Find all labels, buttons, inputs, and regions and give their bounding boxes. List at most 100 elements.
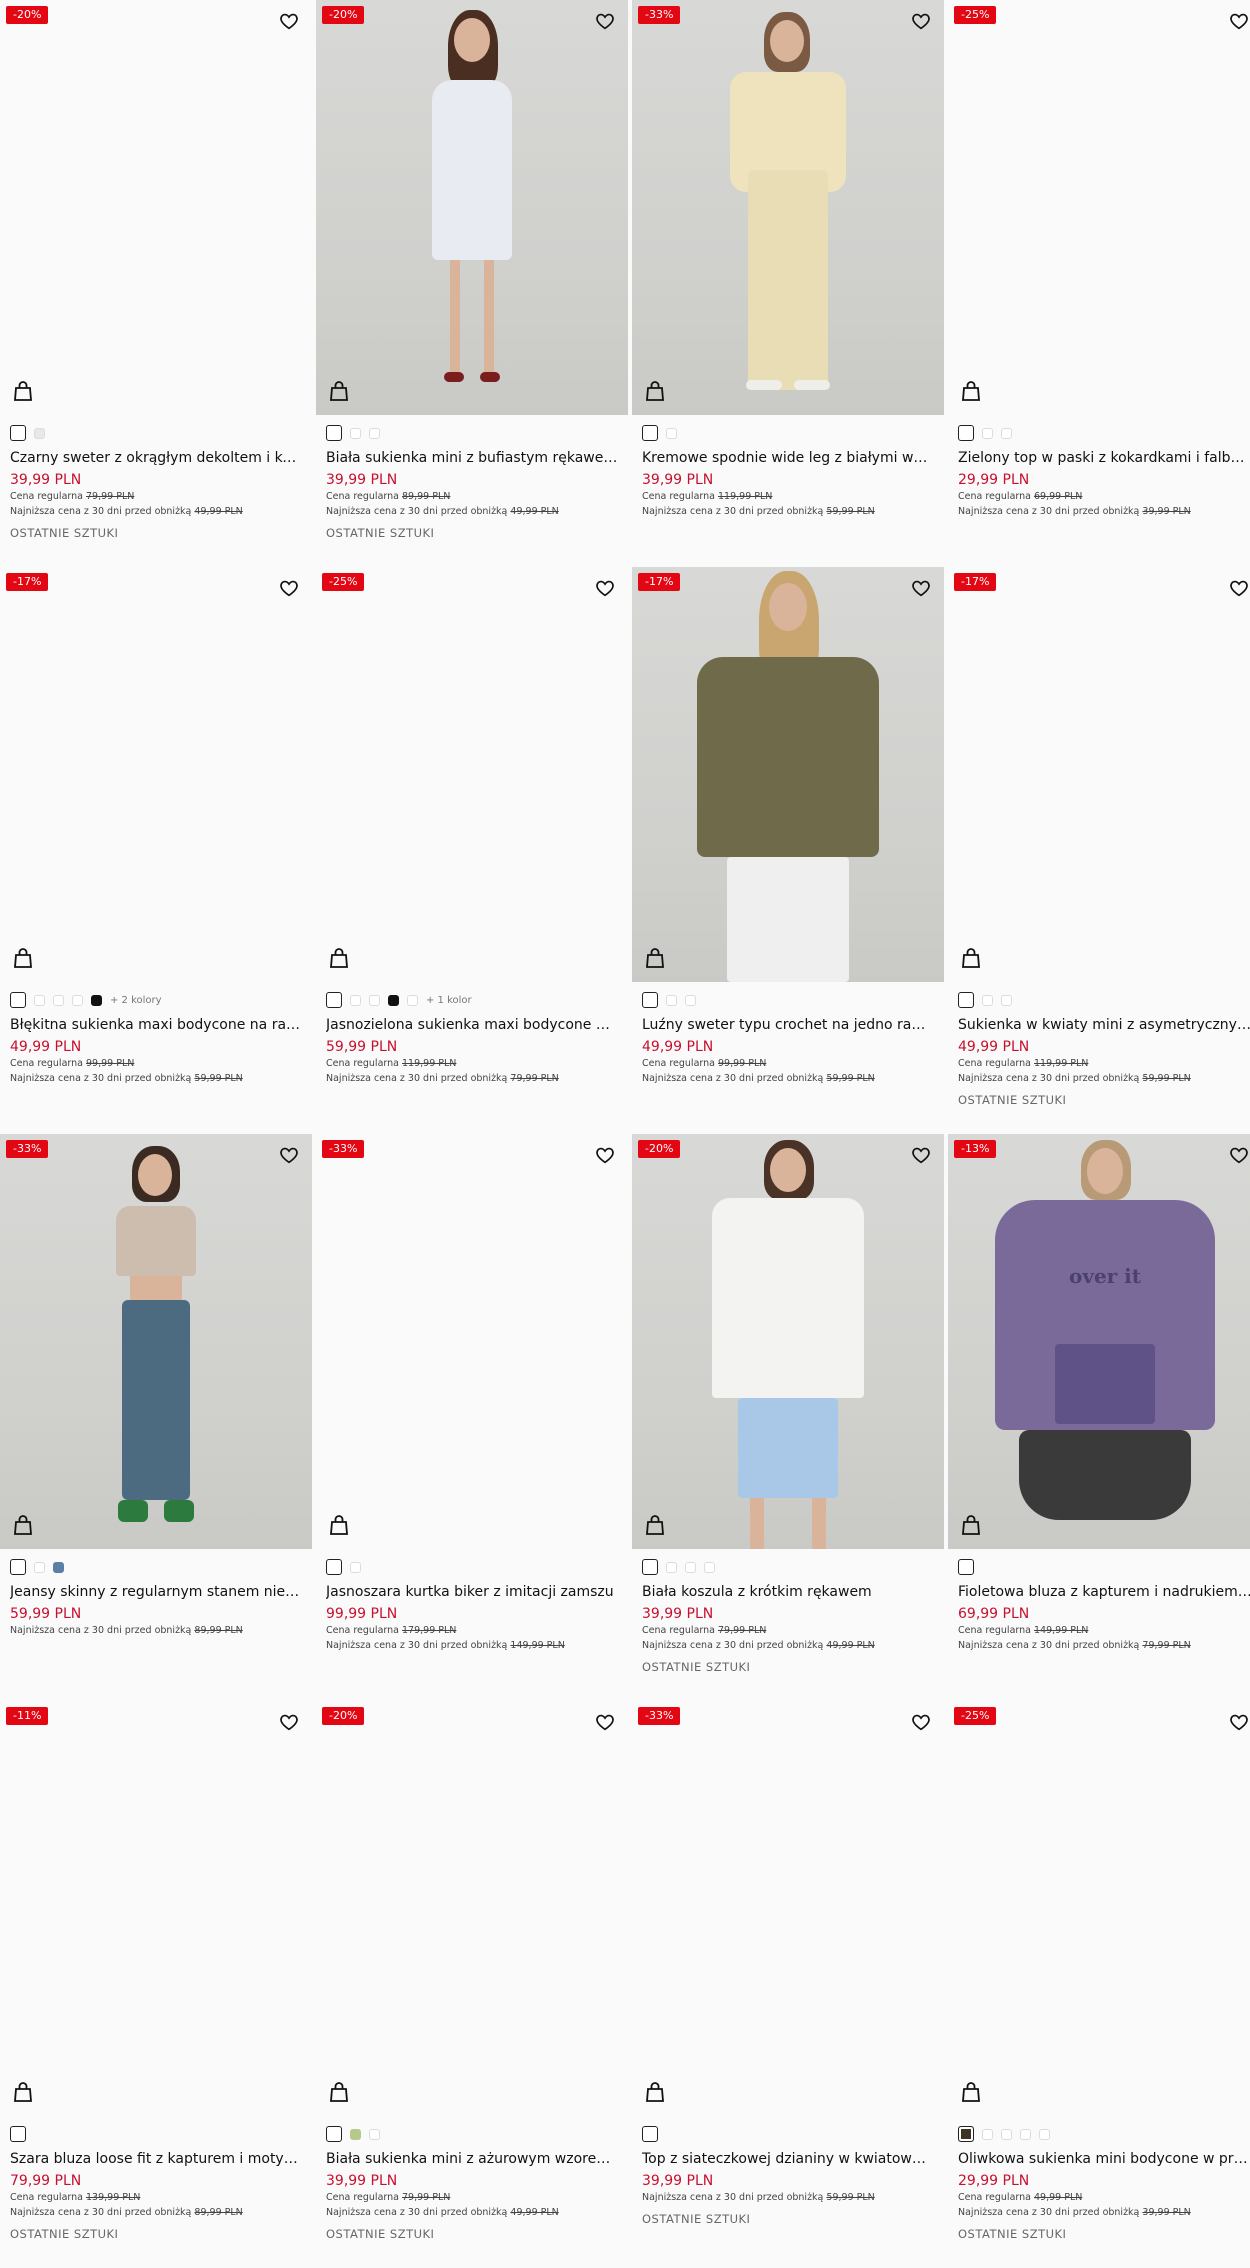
product-card[interactable]: -25% + 1 kolor Jasnozielona sukienka max… (316, 567, 628, 1134)
bag-icon[interactable] (960, 2080, 982, 2104)
product-image[interactable]: -33% (316, 1134, 628, 1549)
product-image[interactable]: -17% (0, 567, 312, 982)
product-card[interactable]: -20% Biała sukienka mini z ażurowym wzor… (316, 1701, 628, 2268)
product-card[interactable]: -25% Zielony top w paski z kokardkami i … (948, 0, 1250, 567)
product-image[interactable]: -11% (0, 1701, 312, 2116)
color-swatch[interactable] (666, 994, 677, 1006)
heart-icon[interactable] (594, 577, 616, 599)
color-swatch[interactable] (72, 994, 83, 1006)
heart-icon[interactable] (278, 10, 300, 32)
product-name[interactable]: Top z siateczkowej dzianiny w kwiatowy w… (642, 2150, 934, 2168)
product-name[interactable]: Sukienka w kwiaty mini z asymetrycznym d… (958, 1016, 1250, 1034)
product-image[interactable]: -25% (948, 0, 1250, 415)
bag-icon[interactable] (960, 1513, 982, 1537)
product-name[interactable]: Jasnozielona sukienka maxi bodycone na r… (326, 1016, 618, 1034)
color-swatch[interactable] (350, 1561, 361, 1573)
product-card[interactable]: -25% Oliwkowa sukienka mini bodycone w p… (948, 1701, 1250, 2268)
product-image[interactable]: -33% (0, 1134, 312, 1549)
color-swatch[interactable] (1001, 994, 1012, 1006)
product-name[interactable]: Biała koszula z krótkim rękawem (642, 1583, 934, 1601)
heart-icon[interactable] (594, 10, 616, 32)
bag-icon[interactable] (644, 379, 666, 403)
product-name[interactable]: Biała sukienka mini z bufiastym rękawem … (326, 449, 618, 467)
product-image[interactable]: -33% (632, 0, 944, 415)
color-swatch[interactable] (10, 425, 26, 441)
color-swatch[interactable] (326, 992, 342, 1008)
color-swatch[interactable] (666, 427, 677, 439)
product-name[interactable]: Jasnoszara kurtka biker z imitacji zamsz… (326, 1583, 618, 1601)
product-card[interactable]: -20% Biała koszula z krótkim rękawem 39,… (632, 1134, 944, 1701)
color-swatch[interactable] (326, 425, 342, 441)
product-image[interactable]: -25% (316, 567, 628, 982)
color-swatch[interactable] (642, 1559, 658, 1575)
product-name[interactable]: Czarny sweter z okrągłym dekoltem i koka… (10, 449, 302, 467)
color-swatch[interactable] (958, 992, 974, 1008)
bag-icon[interactable] (12, 379, 34, 403)
heart-icon[interactable] (278, 1144, 300, 1166)
color-swatch[interactable] (34, 427, 45, 439)
product-image[interactable]: -17% (948, 567, 1250, 982)
heart-icon[interactable] (278, 577, 300, 599)
color-swatch[interactable] (642, 992, 658, 1008)
color-swatch[interactable] (958, 1559, 974, 1575)
product-name[interactable]: Oliwkowa sukienka mini bodycone w prążki (958, 2150, 1250, 2168)
bag-icon[interactable] (328, 2080, 350, 2104)
color-swatch[interactable] (326, 1559, 342, 1575)
product-image[interactable]: -20% (632, 1134, 944, 1549)
bag-icon[interactable] (328, 1513, 350, 1537)
color-swatch[interactable] (982, 427, 993, 439)
color-swatch[interactable] (10, 1559, 26, 1575)
color-swatch[interactable] (685, 994, 696, 1006)
color-swatch[interactable] (350, 2128, 361, 2140)
product-name[interactable]: Kremowe spodnie wide leg z białymi wstaw… (642, 449, 934, 467)
color-swatch[interactable] (369, 994, 380, 1006)
more-colors[interactable]: + 2 kolory (110, 995, 162, 1006)
color-swatch[interactable] (10, 2126, 26, 2142)
color-swatch[interactable] (91, 994, 102, 1006)
product-image[interactable]: -25% (948, 1701, 1250, 2116)
heart-icon[interactable] (1228, 10, 1250, 32)
product-name[interactable]: Fioletowa bluza z kapturem i nadrukiem O… (958, 1583, 1250, 1601)
color-swatch[interactable] (350, 994, 361, 1006)
product-card[interactable]: -17% + 2 kolory Błękitna sukienka maxi b… (0, 567, 312, 1134)
heart-icon[interactable] (910, 1711, 932, 1733)
product-image[interactable]: -17% (632, 567, 944, 982)
heart-icon[interactable] (594, 1144, 616, 1166)
heart-icon[interactable] (910, 1144, 932, 1166)
product-card[interactable]: -20% Biała sukienka mini z bufiastym ręk… (316, 0, 628, 567)
color-swatch[interactable] (1020, 2128, 1031, 2140)
color-swatch[interactable] (53, 994, 64, 1006)
color-swatch[interactable] (666, 1561, 677, 1573)
heart-icon[interactable] (1228, 1711, 1250, 1733)
color-swatch[interactable] (388, 994, 399, 1006)
color-swatch[interactable] (350, 427, 361, 439)
bag-icon[interactable] (12, 1513, 34, 1537)
bag-icon[interactable] (960, 379, 982, 403)
more-colors[interactable]: + 1 kolor (426, 995, 472, 1006)
product-card[interactable]: -33% Top z siateczkowej dzianiny w kwiat… (632, 1701, 944, 2268)
color-swatch[interactable] (326, 2126, 342, 2142)
product-image[interactable]: -33% (632, 1701, 944, 2116)
color-swatch[interactable] (1001, 427, 1012, 439)
color-swatch[interactable] (10, 992, 26, 1008)
product-card[interactable]: -33% Jeansy skinny z regularnym stanem n… (0, 1134, 312, 1701)
heart-icon[interactable] (1228, 1144, 1250, 1166)
product-image[interactable]: -20% (316, 0, 628, 415)
bag-icon[interactable] (644, 2080, 666, 2104)
color-swatch[interactable] (958, 2126, 974, 2142)
product-card[interactable]: -33% Kremowe spodnie wide leg z białymi … (632, 0, 944, 567)
bag-icon[interactable] (12, 2080, 34, 2104)
heart-icon[interactable] (910, 10, 932, 32)
heart-icon[interactable] (278, 1711, 300, 1733)
product-name[interactable]: Szara bluza loose fit z kapturem i motyw… (10, 2150, 302, 2168)
color-swatch[interactable] (685, 1561, 696, 1573)
color-swatch[interactable] (407, 994, 418, 1006)
color-swatch[interactable] (982, 994, 993, 1006)
bag-icon[interactable] (960, 946, 982, 970)
bag-icon[interactable] (644, 946, 666, 970)
product-name[interactable]: Zielony top w paski z kokardkami i falba… (958, 449, 1250, 467)
bag-icon[interactable] (644, 1513, 666, 1537)
heart-icon[interactable] (910, 577, 932, 599)
color-swatch[interactable] (1001, 2128, 1012, 2140)
color-swatch[interactable] (53, 1561, 64, 1573)
